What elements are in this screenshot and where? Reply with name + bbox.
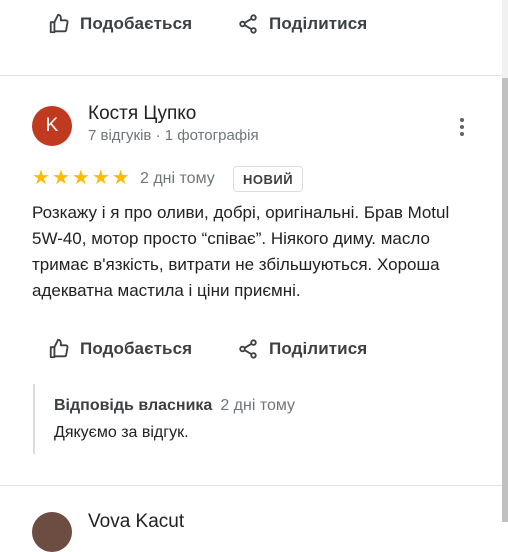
author-name[interactable]: Костя Цупко <box>88 103 196 125</box>
scrollbar[interactable] <box>502 0 508 522</box>
divider <box>0 485 502 486</box>
share-icon <box>239 14 257 34</box>
scroll-thumb[interactable] <box>502 78 508 522</box>
like-button[interactable]: Подобається <box>48 9 192 39</box>
star-icon: ★ <box>32 167 50 189</box>
review-time: 2 дні тому <box>140 170 215 187</box>
new-badge: НОВИЙ <box>233 166 304 192</box>
divider <box>0 75 502 76</box>
star-icon: ★ <box>111 167 130 189</box>
reply-bar <box>33 384 35 454</box>
like-button[interactable]: Подобається <box>48 334 192 364</box>
more-options-icon[interactable] <box>452 114 472 140</box>
owner-reply-title: Відповідь власника <box>54 397 213 414</box>
like-label: Подобається <box>80 339 193 358</box>
share-label: Поділитися <box>269 339 368 358</box>
review-text: Розкажу і я про оливи, добрі, оригінальн… <box>32 203 450 300</box>
author-meta: 7 відгуків · 1 фотографія <box>88 127 259 144</box>
share-icon <box>239 339 257 359</box>
star-icon: ★ <box>71 167 90 189</box>
thumbs-up-icon <box>49 338 69 359</box>
share-button[interactable]: Поділитися <box>237 334 367 364</box>
avatar[interactable] <box>32 512 72 552</box>
owner-reply-text: Дякуємо за відгук. <box>54 424 189 441</box>
share-label: Поділитися <box>269 14 368 33</box>
author-name[interactable]: Vova Kacut <box>88 511 184 533</box>
star-icon: ★ <box>91 167 110 189</box>
owner-reply-header: Відповідь власника 2 дні тому <box>54 397 295 415</box>
share-button[interactable]: Поділитися <box>237 9 367 39</box>
star-icon: ★ <box>51 167 70 189</box>
owner-reply-time: 2 дні тому <box>220 397 296 414</box>
avatar[interactable]: K <box>32 106 72 146</box>
rating-stars: ★ ★ ★ ★ ★ <box>32 168 130 188</box>
like-label: Подобається <box>80 14 193 33</box>
thumbs-up-icon <box>49 13 69 34</box>
